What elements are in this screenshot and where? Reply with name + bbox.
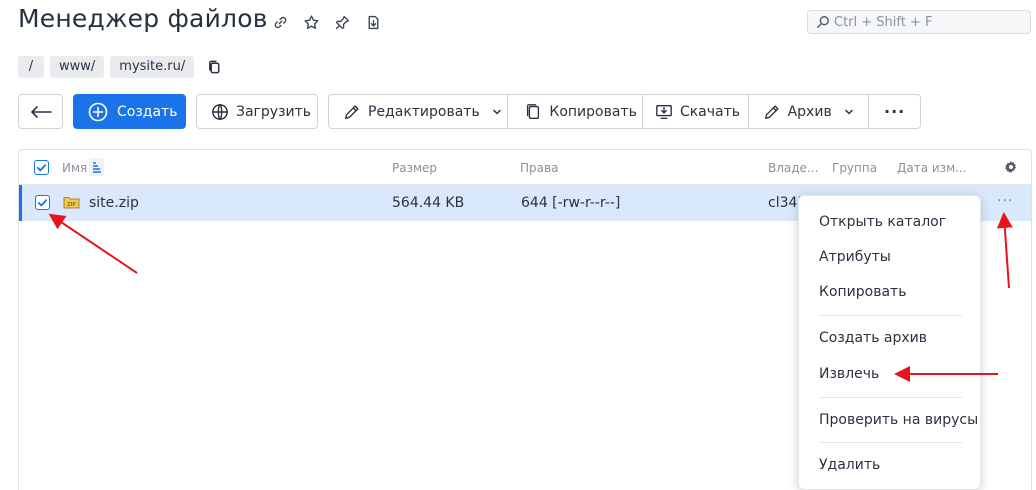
copy-button-label: Копировать (549, 103, 637, 120)
download-button-label: Скачать (679, 103, 741, 120)
more-actions-button[interactable]: ··· (869, 95, 920, 128)
upload-button[interactable]: Загрузить (196, 94, 318, 129)
chevron-down-icon (844, 109, 853, 114)
row-file-name[interactable]: site.zip (89, 195, 139, 211)
breadcrumb: / www/ mysite.ru/ (18, 56, 224, 78)
menu-divider (819, 315, 962, 316)
edit-button[interactable]: Редактировать (329, 95, 509, 128)
copy-path-icon[interactable] (204, 57, 224, 77)
archive-button-label: Архив (787, 103, 832, 120)
gear-icon[interactable] (1005, 161, 1017, 173)
upload-button-label: Загрузить (236, 103, 312, 120)
search-input[interactable] (834, 14, 1024, 30)
column-name[interactable]: Имя (62, 161, 87, 175)
chevron-down-icon (492, 109, 501, 114)
menu-divider (819, 442, 962, 443)
archive-button[interactable]: Архив (749, 95, 870, 128)
row-file-rights: 644 [-rw-r--r--] (521, 195, 621, 211)
menu-item-delete[interactable]: Удалить (819, 457, 880, 473)
row-more-button[interactable]: ··· (997, 193, 1013, 209)
link-icon[interactable] (270, 12, 290, 32)
column-date[interactable]: Дата изм... (897, 161, 967, 175)
zip-file-icon: ZIP (63, 197, 80, 209)
column-rights[interactable]: Права (520, 161, 558, 175)
check-icon (36, 164, 47, 172)
search-icon (817, 16, 829, 28)
row-file-size: 564.44 KB (392, 195, 465, 211)
copy-icon (527, 103, 540, 119)
create-button[interactable]: Создать (73, 94, 186, 129)
column-size[interactable]: Размер (392, 161, 437, 175)
title-actions (270, 12, 383, 32)
globe-upload-icon (212, 103, 228, 120)
menu-item-attributes[interactable]: Атрибуты (819, 249, 891, 265)
star-icon[interactable] (301, 12, 321, 32)
plus-circle-icon (88, 102, 108, 121)
menu-item-create-archive[interactable]: Создать архив (819, 330, 927, 346)
download-monitor-icon (656, 104, 672, 119)
select-all-checkbox[interactable] (34, 160, 49, 175)
download-button[interactable]: Скачать (643, 95, 749, 128)
row-checkbox[interactable] (35, 195, 50, 210)
breadcrumb-item-www[interactable]: www/ (50, 56, 105, 78)
context-menu: Открыть каталог Атрибуты Копировать Созд… (798, 195, 981, 490)
svg-text:ZIP: ZIP (67, 202, 76, 208)
menu-item-open-folder[interactable]: Открыть каталог (819, 214, 946, 230)
pencil-archive-icon (764, 104, 779, 119)
column-group[interactable]: Группа (832, 161, 877, 175)
check-icon (37, 199, 48, 207)
copy-button[interactable]: Копировать (508, 95, 643, 128)
download-file-icon[interactable] (363, 12, 383, 32)
file-actions-group: Редактировать Копировать Скачать Архив ·… (328, 94, 921, 129)
edit-button-label: Редактировать (368, 103, 480, 120)
back-button[interactable] (18, 94, 63, 129)
create-button-label: Создать (117, 103, 178, 120)
table-header: Имя Размер Права Владе... Группа Дата из… (19, 150, 1031, 185)
pin-icon[interactable] (332, 12, 352, 32)
column-owner[interactable]: Владе... (768, 161, 818, 175)
menu-item-virus-scan[interactable]: Проверить на вирусы (819, 412, 978, 428)
pencil-icon (345, 104, 359, 119)
sort-icon[interactable] (89, 158, 104, 176)
breadcrumb-item-root[interactable]: / (18, 56, 44, 78)
menu-item-copy[interactable]: Копировать (819, 284, 906, 300)
page-title: Менеджер файлов (18, 4, 268, 33)
search-box[interactable] (807, 10, 1031, 34)
menu-divider (819, 397, 962, 398)
breadcrumb-item-mysite[interactable]: mysite.ru/ (110, 56, 195, 78)
arrow-left-icon (30, 105, 52, 118)
menu-item-extract[interactable]: Извлечь (819, 366, 879, 382)
